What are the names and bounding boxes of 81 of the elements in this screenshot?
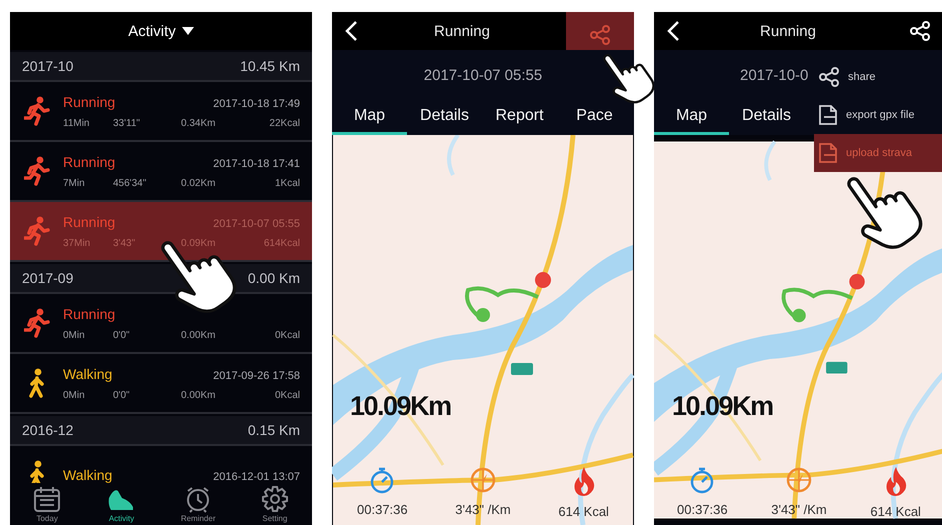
tab-label[interactable]: Setting bbox=[262, 514, 288, 523]
activity-name: Running bbox=[63, 306, 116, 322]
share-icon bbox=[588, 24, 611, 46]
speedometer-icon bbox=[468, 466, 497, 494]
pace-text: 0'0" bbox=[113, 330, 131, 340]
activity-name: Walking bbox=[63, 467, 112, 483]
settings-icon[interactable] bbox=[260, 485, 290, 513]
menu-item[interactable]: share bbox=[814, 58, 942, 96]
runner-icon bbox=[24, 216, 50, 246]
calories-text: 0Kcal bbox=[274, 330, 300, 340]
pace-text: 456'34" bbox=[113, 178, 148, 188]
tab[interactable]: Details bbox=[407, 100, 482, 135]
duration-text: 11Min bbox=[63, 118, 90, 128]
document-icon bbox=[818, 104, 838, 126]
share-icon bbox=[908, 20, 931, 42]
activity-date: 2017-10-07 05:55 bbox=[424, 66, 542, 84]
speedometer-icon bbox=[784, 466, 813, 494]
month-label: 2017-09 bbox=[22, 270, 74, 286]
month-label: 2017-10 bbox=[22, 58, 74, 74]
tab[interactable]: Report bbox=[482, 100, 557, 135]
month-total: 0.15 Km bbox=[248, 422, 300, 438]
month-total: 10.45 Km bbox=[240, 58, 300, 74]
tab-label[interactable]: Today bbox=[36, 514, 58, 523]
activity-date: 2017-09-26 17:58 bbox=[213, 370, 300, 382]
duration-text: 0Min bbox=[63, 390, 86, 400]
document-icon bbox=[818, 142, 838, 164]
distance-text: 0.34Km bbox=[181, 118, 216, 128]
stat-value: 00:37:36 bbox=[677, 502, 728, 517]
share-icon bbox=[818, 66, 840, 88]
calories-text: 1Kcal bbox=[274, 178, 300, 188]
activity-date: 2017-10-07 05:55 bbox=[213, 218, 300, 230]
stat-value: 614 Kcal bbox=[870, 504, 921, 519]
distance-text: 0.00Km bbox=[181, 330, 216, 340]
runner-icon bbox=[24, 308, 50, 338]
stat-value: 614 Kcal bbox=[558, 504, 609, 519]
tab-label[interactable]: Reminder bbox=[180, 514, 216, 523]
activity-name: Walking bbox=[63, 366, 112, 382]
calories-text: 0Kcal bbox=[274, 390, 300, 400]
dropdown-caret-icon[interactable] bbox=[182, 27, 194, 35]
distance-text: 0.00Km bbox=[181, 390, 216, 400]
activity-name: Running bbox=[63, 154, 116, 170]
activity-name: Running bbox=[63, 94, 116, 110]
tab-label[interactable]: Activity bbox=[108, 514, 134, 523]
back-icon[interactable] bbox=[666, 20, 680, 42]
activity-date: 2017-10-18 17:41 bbox=[213, 158, 300, 170]
back-icon[interactable] bbox=[344, 20, 358, 42]
calories-text: 22Kcal bbox=[269, 118, 300, 128]
month-label: 2016-12 bbox=[22, 422, 74, 438]
menu-item[interactable]: export gpx file bbox=[814, 96, 942, 134]
distance-text: 0.02Km bbox=[181, 178, 216, 188]
pace-text: 3'43" bbox=[113, 238, 136, 248]
distance-total: 10.09Km bbox=[672, 391, 773, 422]
month-total: 0.00 Km bbox=[248, 270, 300, 286]
screen-title: Running bbox=[760, 22, 816, 40]
tab[interactable]: Pace bbox=[557, 100, 632, 135]
activity-row[interactable]: Walking 2017-09-26 17:58 0Min 0'0" 0.00Km 0Kcal bbox=[10, 354, 312, 414]
screen-title[interactable]: Activity bbox=[128, 22, 176, 40]
activity-row[interactable]: Running 2017-10-18 17:49 11Min 33'11" 0.34Km 22Kcal bbox=[10, 82, 312, 142]
flame-icon bbox=[572, 466, 596, 496]
stopwatch-icon bbox=[689, 466, 716, 494]
activity-date: 2017-10-0 bbox=[740, 66, 808, 84]
calories-text: 614Kcal bbox=[264, 238, 300, 248]
runner-icon bbox=[24, 96, 50, 126]
pace-text: 0'0" bbox=[113, 390, 131, 400]
runner-icon bbox=[24, 156, 50, 186]
distance-total: 10.09Km bbox=[350, 391, 451, 422]
duration-text: 7Min bbox=[63, 178, 86, 188]
flame-icon bbox=[884, 466, 908, 496]
distance-text: 0.09Km bbox=[181, 238, 216, 248]
screen-title: Running bbox=[434, 22, 490, 40]
tab[interactable]: Details bbox=[729, 100, 804, 135]
stat-value: 00:37:36 bbox=[357, 502, 408, 517]
pace-text: 33'11" bbox=[113, 118, 141, 128]
activity-date: 2016-12-01 13:07 bbox=[213, 471, 300, 483]
stopwatch-icon bbox=[369, 466, 396, 494]
activity-name: Running bbox=[63, 214, 116, 230]
duration-text: 0Min bbox=[63, 330, 86, 340]
calendar-icon[interactable] bbox=[32, 485, 62, 513]
duration-text: 37Min bbox=[63, 238, 92, 248]
tab[interactable]: Map bbox=[654, 100, 729, 135]
activity-date: 2017-10-18 17:49 bbox=[213, 98, 300, 110]
